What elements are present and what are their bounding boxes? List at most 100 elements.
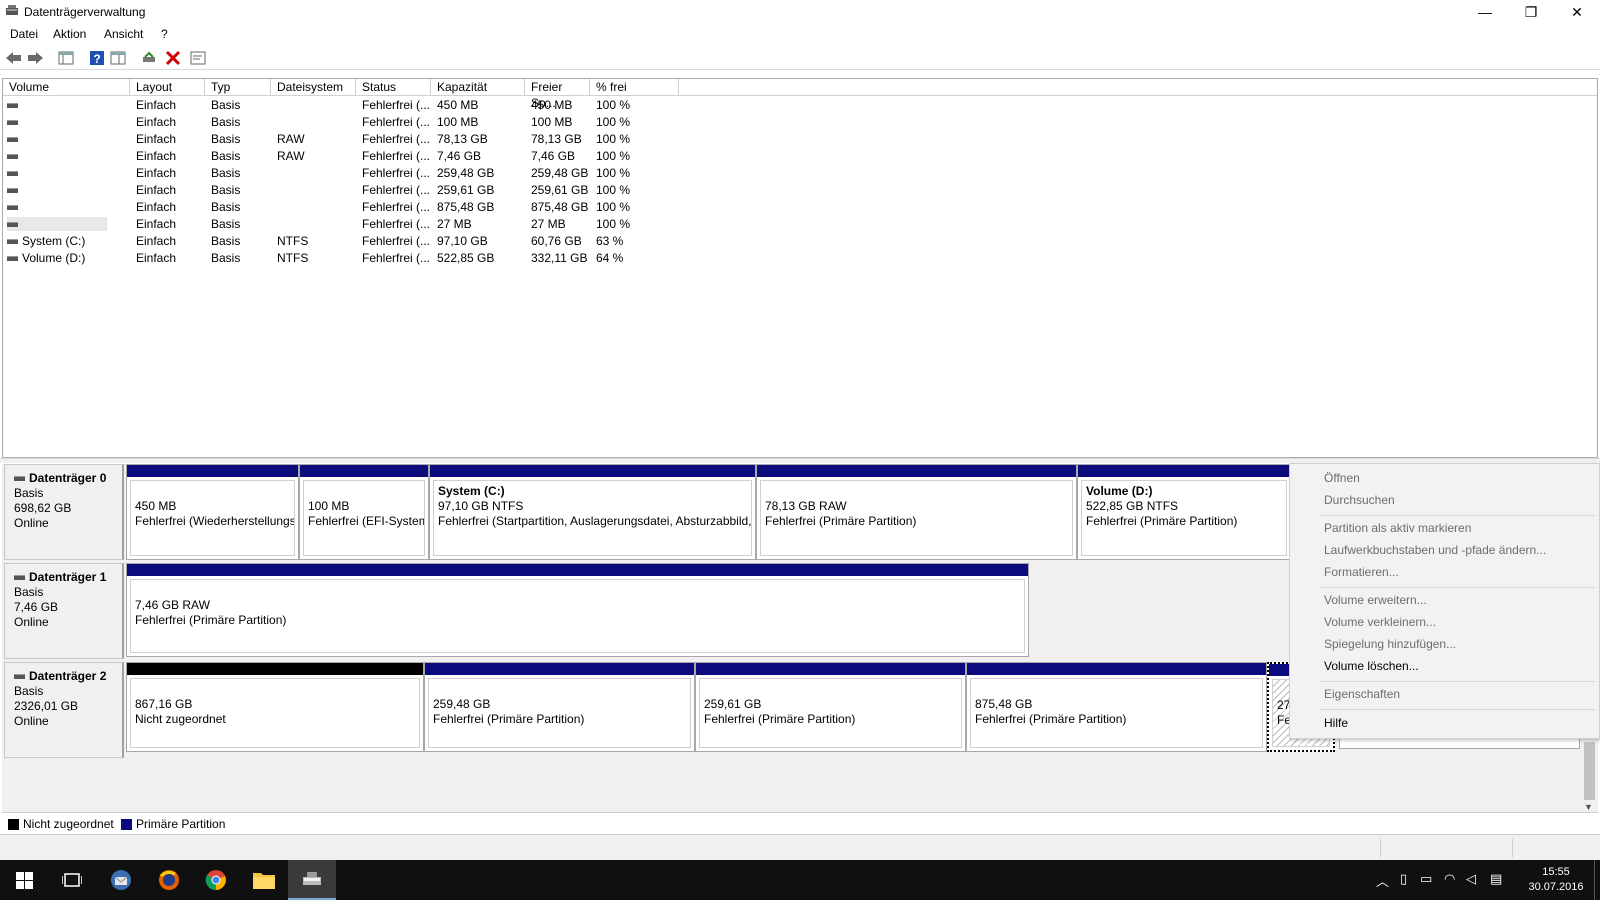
input-language-icon[interactable]: ▤ (1490, 871, 1502, 887)
cell-typ: Basis (211, 183, 241, 197)
cell-layout: Einfach (136, 217, 177, 231)
scroll-down-arrow-icon[interactable]: ▼ (1584, 802, 1593, 812)
chevron-up-icon[interactable]: ︿ (1376, 871, 1389, 890)
partition-name: System (C:) (438, 484, 505, 498)
volume-row[interactable]: Einfach Basis Fehlerfrei (... 875,48 GB 875,… (3, 199, 703, 216)
disk-management-icon[interactable] (288, 860, 336, 900)
console-tree-icon[interactable] (56, 48, 76, 68)
partition-259-61[interactable]: 259,61 GB Fehlerfrei (Primäre Partition) (695, 662, 966, 752)
usb-device-icon[interactable]: ▯ (1400, 871, 1407, 887)
cell-status: Fehlerfrei (... (362, 217, 430, 231)
forward-arrow-icon[interactable] (25, 48, 45, 68)
volume-disk-icon (7, 205, 18, 211)
minimize-button[interactable]: — (1462, 0, 1508, 24)
ctx-separator (1320, 709, 1595, 710)
cell-typ: Basis (211, 217, 241, 231)
partition-size: 97,10 GB NTFS (438, 499, 524, 513)
partition-bar (127, 663, 423, 675)
disk-2-label[interactable]: Datenträger 2 Basis 2326,01 GB Online (4, 662, 124, 758)
column-header-kapazitaet[interactable]: Kapazität (431, 79, 525, 96)
windows-start-icon[interactable] (0, 860, 48, 900)
cell-free: 7,46 GB (531, 149, 576, 163)
ctx-hilfe[interactable]: Hilfe (1324, 716, 1348, 730)
toolbar: ? (0, 46, 1600, 70)
column-header-layout[interactable]: Layout (130, 79, 205, 96)
ctx-volume-loeschen[interactable]: Volume löschen... (1324, 659, 1419, 673)
cell-status: Fehlerfrei (... (362, 98, 430, 112)
firefox-icon[interactable] (145, 860, 193, 900)
ctx-spiegelung[interactable]: Spiegelung hinzufügen... (1324, 637, 1456, 651)
volume-row[interactable]: Einfach Basis Fehlerfrei (... 259,61 GB 259,… (3, 182, 703, 199)
partition-raw-7[interactable]: 7,46 GB RAW Fehlerfrei (Primäre Partition… (126, 563, 1029, 657)
partition-recovery[interactable]: 450 MBFehlerfrei (Wiederherstellungspart… (126, 464, 299, 560)
chrome-icon[interactable] (192, 860, 240, 900)
menu-aktion[interactable]: Aktion (53, 27, 86, 41)
cell-status: Fehlerfrei (... (362, 234, 430, 248)
volume-cell: System (C:) (7, 234, 127, 248)
partition-status: Fehlerfrei (Primäre Partition) (704, 712, 856, 726)
ctx-partition-aktiv[interactable]: Partition als aktiv markieren (1324, 521, 1471, 535)
partition-raw-78[interactable]: 78,13 GB RAW Fehlerfrei (Primäre Partitio… (756, 464, 1077, 560)
volume-row[interactable]: Einfach Basis Fehlerfrei (... 100 MB 100 MB 1… (3, 114, 703, 131)
volume-row[interactable]: Einfach Basis Fehlerfrei (... 27 MB 27 MB 100… (3, 216, 703, 233)
volume-cell (7, 149, 127, 163)
volume-speaker-icon[interactable]: ◁ (1466, 871, 1476, 887)
taskbar-clock[interactable]: 15:55 30.07.2016 (1520, 865, 1592, 895)
column-header-prozent-frei[interactable]: % frei (590, 79, 679, 96)
ctx-formatieren[interactable]: Formatieren... (1324, 565, 1399, 579)
volume-disk-icon (7, 222, 18, 228)
ctx-durchsuchen[interactable]: Durchsuchen (1324, 493, 1395, 507)
cell-typ: Basis (211, 115, 241, 129)
battery-icon[interactable]: ▭ (1420, 871, 1432, 887)
help-icon[interactable]: ? (87, 48, 107, 68)
properties-view-icon[interactable] (108, 48, 128, 68)
partition-system-c[interactable]: System (C:) 97,10 GB NTFS Fehlerfrei (Star… (429, 464, 756, 560)
column-header-freier-speicher[interactable]: Freier Sp... (525, 79, 590, 110)
restore-button[interactable]: ❐ (1508, 0, 1554, 24)
menu-ansicht[interactable]: Ansicht (104, 27, 143, 41)
legend-unallocated-label: Nicht zugeordnet (23, 817, 114, 831)
partition-875-48[interactable]: 875,48 GB Fehlerfrei (Primäre Partition) (966, 662, 1267, 752)
ctx-separator (1320, 587, 1595, 588)
partition-unallocated[interactable]: 867,16 GB Nicht zugeordnet (126, 662, 424, 752)
partition-bar (300, 465, 428, 477)
volume-row[interactable]: Einfach Basis Fehlerfrei (... 259,48 GB 259,… (3, 165, 703, 182)
disk-area-scrollbar[interactable]: ▼ (1581, 740, 1598, 814)
partition-volume-d[interactable]: Volume (D:) 522,85 GB NTFS Fehlerfrei (Pri… (1077, 464, 1291, 560)
ctx-eigenschaften[interactable]: Eigenschaften (1324, 687, 1400, 701)
volume-disk-icon (7, 256, 18, 262)
disk-1-label[interactable]: Datenträger 1 Basis 7,46 GB Online (4, 563, 124, 659)
menu-datei[interactable]: Datei (10, 27, 38, 41)
wifi-icon[interactable]: ◠ (1444, 871, 1455, 887)
settings-icon[interactable] (188, 48, 208, 68)
close-button[interactable]: ✕ (1554, 0, 1600, 24)
scrollbar-thumb[interactable] (1584, 742, 1595, 800)
partition-259-48[interactable]: 259,48 GB Fehlerfrei (Primäre Partition) (424, 662, 695, 752)
task-view-icon[interactable] (48, 860, 96, 900)
column-header-dateisystem[interactable]: Dateisystem (271, 79, 356, 96)
volume-row[interactable]: Volume (D:) Einfach Basis NTFS Fehlerfrei (.… (3, 250, 703, 267)
volume-row[interactable]: Einfach Basis Fehlerfrei (... 450 MB 450 MB 1… (3, 97, 703, 114)
ctx-laufwerkbuchstaben[interactable]: Laufwerkbuchstaben und -pfade ändern... (1324, 543, 1546, 557)
disk-0-label[interactable]: Datenträger 0 Basis 698,62 GB Online (4, 464, 124, 560)
file-explorer-icon[interactable] (240, 860, 288, 900)
volume-list[interactable]: Volume Layout Typ Dateisystem Status Kap… (2, 78, 1598, 458)
delete-icon[interactable] (163, 48, 183, 68)
volume-row[interactable]: Einfach Basis RAW Fehlerfrei (... 7,46 GB 7,4… (3, 148, 703, 165)
ctx-oeffnen[interactable]: Öffnen (1324, 471, 1360, 485)
show-desktop-button[interactable] (1594, 860, 1600, 900)
volume-row[interactable]: System (C:) Einfach Basis NTFS Fehlerfrei (.… (3, 233, 703, 250)
ctx-volume-verkleinern[interactable]: Volume verkleinern... (1324, 615, 1436, 629)
column-header-typ[interactable]: Typ (205, 79, 271, 96)
column-header-status[interactable]: Status (356, 79, 431, 96)
connect-icon[interactable] (139, 48, 159, 68)
partition-efi[interactable]: 100 MBFehlerfrei (EFI-Systempartition) (299, 464, 429, 560)
cell-typ: Basis (211, 251, 241, 265)
back-arrow-icon[interactable] (4, 48, 24, 68)
volume-row[interactable]: Einfach Basis RAW Fehlerfrei (... 78,13 GB 78… (3, 131, 703, 148)
menu-help[interactable]: ? (161, 27, 168, 41)
column-header-volume[interactable]: Volume (3, 79, 130, 96)
volume-cell (7, 183, 127, 197)
ctx-volume-erweitern[interactable]: Volume erweitern... (1324, 593, 1427, 607)
thunderbird-icon[interactable] (97, 860, 145, 900)
